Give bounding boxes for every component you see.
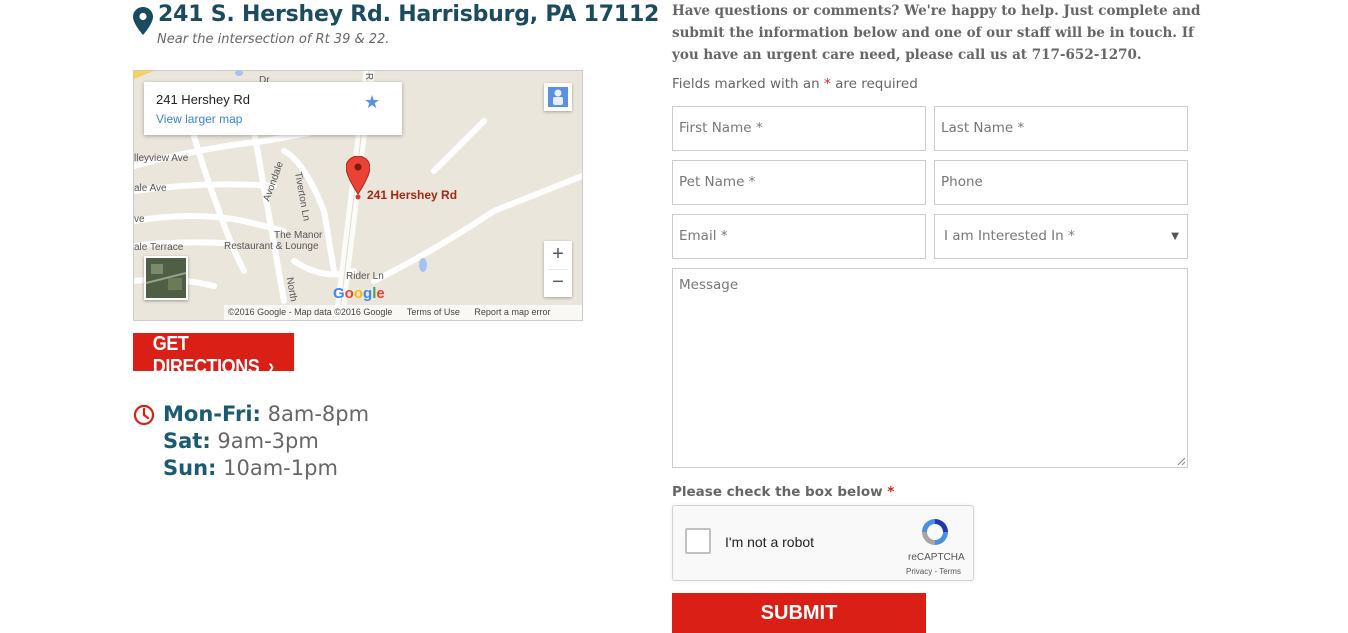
location-pin-icon	[133, 7, 153, 35]
satellite-view-toggle[interactable]	[144, 256, 188, 300]
google-map[interactable]: lleyview Ave ale Ave ve ale Terrace Avon…	[133, 70, 583, 321]
map-label-street: R	[363, 72, 375, 81]
hours-day: Sat:	[163, 429, 211, 453]
hours-day: Sun:	[163, 456, 217, 480]
office-hours: Mon-Fri: 8am-8pm Sat: 9am-3pm Sun: 10am-…	[163, 401, 369, 482]
address-heading: 241 S. Hershey Rd. Harrisburg, PA 17112	[158, 2, 660, 27]
hours-day: Mon-Fri:	[163, 402, 261, 426]
map-label-street: ve	[134, 214, 145, 225]
form-intro: Have questions or comments? We're happy …	[672, 3, 1201, 63]
map-info-card: 241 Hershey Rd View larger map ★	[144, 82, 402, 135]
google-logo: Google	[333, 285, 385, 302]
message-placeholder: Message	[679, 277, 739, 293]
map-label-place: The Manor	[274, 230, 323, 241]
map-label-street: ale Ave	[134, 183, 167, 194]
pegman-icon[interactable]	[544, 83, 572, 111]
recaptcha-logo-icon	[922, 519, 948, 545]
required-note: Fields marked with an * are required	[672, 76, 918, 92]
map-label-street: Rider Ln	[346, 271, 384, 282]
required-note-text: are required	[835, 76, 918, 92]
zoom-out-button[interactable]: −	[544, 269, 572, 297]
intersection-note: Near the intersection of Rt 39 & 22.	[157, 32, 390, 47]
required-star: *	[824, 76, 831, 92]
message-textarea[interactable]: Message	[672, 268, 1188, 468]
last-name-field[interactable]: Last Name *	[934, 106, 1188, 151]
hours-time: 10am-1pm	[223, 456, 338, 480]
recaptcha-brand: reCAPTCHA	[908, 552, 965, 563]
recaptcha-label: I'm not a robot	[725, 534, 815, 550]
map-zoom-controls: + −	[544, 241, 572, 297]
interested-in-value: I am Interested In *	[944, 228, 1075, 244]
get-directions-button[interactable]: GET DIRECTIONS ›	[133, 333, 295, 378]
star-icon[interactable]: ★	[364, 92, 380, 113]
required-note-text: Fields marked with an	[672, 76, 820, 92]
captcha-label-text: Please check the box below	[672, 484, 883, 500]
phone-field[interactable]: Phone	[934, 160, 1188, 205]
recaptcha-checkbox[interactable]	[685, 528, 711, 554]
map-label-street: lleyview Ave	[134, 153, 189, 164]
get-directions-label: GET DIRECTIONS	[152, 333, 260, 378]
recaptcha-widget: I'm not a robot reCAPTCHA Privacy - Term…	[672, 505, 974, 581]
submit-button[interactable]: SUBMIT	[672, 593, 926, 633]
map-footer: ©2016 Google - Map data ©2016 Google Ter…	[224, 305, 582, 320]
map-marker-label: 241 Hershey Rd	[367, 188, 458, 202]
hours-row: Sat: 9am-3pm	[163, 428, 369, 455]
first-name-field[interactable]: First Name *	[672, 106, 926, 151]
view-larger-map-link[interactable]: View larger map	[156, 112, 242, 126]
hours-row: Mon-Fri: 8am-8pm	[163, 401, 369, 428]
map-copyright: ©2016 Google - Map data ©2016 Google	[228, 307, 393, 317]
hours-time: 9am-3pm	[217, 429, 319, 453]
map-label-place: Restaurant & Lounge	[224, 241, 319, 252]
resize-handle-icon[interactable]	[1177, 457, 1185, 465]
required-star: *	[887, 484, 895, 500]
recaptcha-links[interactable]: Privacy - Terms	[906, 567, 961, 576]
hours-time: 8am-8pm	[267, 402, 370, 426]
zoom-in-button[interactable]: +	[544, 241, 572, 269]
hours-row: Sun: 10am-1pm	[163, 455, 369, 482]
map-report-link[interactable]: Report a map error	[474, 307, 550, 317]
pet-name-field[interactable]: Pet Name *	[672, 160, 926, 205]
captcha-label: Please check the box below *	[672, 484, 894, 500]
email-field[interactable]: Email *	[672, 214, 926, 259]
dropdown-arrow-icon: ▼	[1171, 231, 1179, 242]
map-terms-link[interactable]: Terms of Use	[407, 307, 460, 317]
interested-in-select[interactable]: I am Interested In * ▼	[934, 214, 1188, 259]
clock-icon	[133, 404, 155, 426]
map-label-street: ale Terrace	[134, 242, 184, 253]
chevron-right-icon: ›	[268, 356, 274, 378]
map-card-title: 241 Hershey Rd	[156, 92, 250, 107]
